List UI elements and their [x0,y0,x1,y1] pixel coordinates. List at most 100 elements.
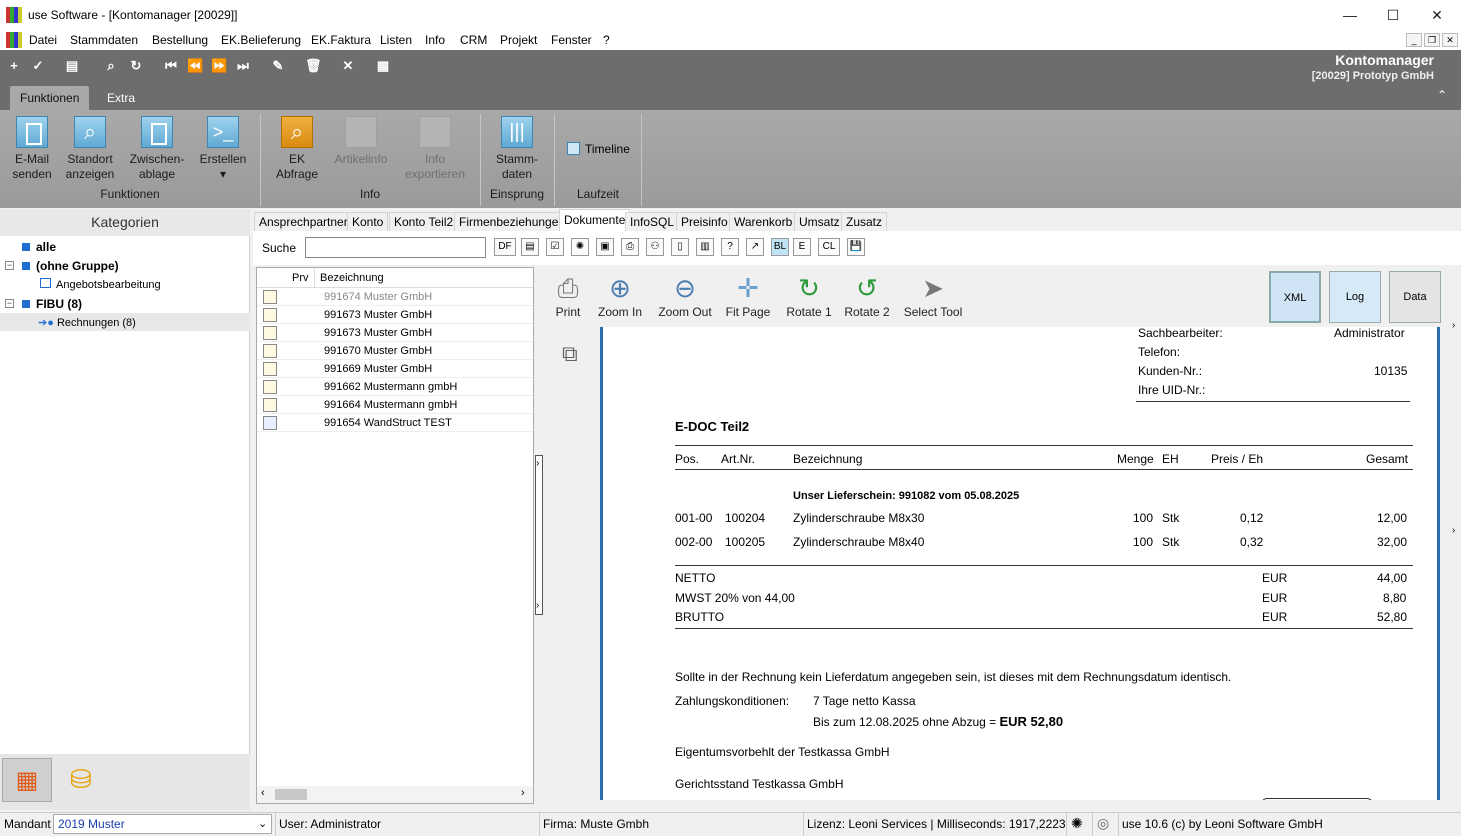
maximize-button[interactable]: ☐ [1370,0,1416,30]
search-icon[interactable]: ⌕ [103,58,119,74]
first-record-icon[interactable]: ⏮ [163,58,179,74]
scroll-left-icon[interactable]: ‹ [261,787,265,799]
menu-info[interactable]: Info [425,33,445,47]
table-row[interactable]: 991669 Muster GmbH [257,360,533,378]
data-button[interactable]: Data [1389,271,1441,323]
log-button[interactable]: Log [1329,271,1381,323]
table-row[interactable]: 991664 Mustermann gmbH [257,396,533,414]
scroll-thumb[interactable] [275,789,307,800]
tree-item-ohne-gruppe[interactable]: (ohne Gruppe) [22,259,119,273]
collapse-icon[interactable]: − [5,299,14,308]
add-icon[interactable]: + [6,58,22,74]
last-record-icon[interactable]: ⏭ [235,58,251,74]
network-icon[interactable]: ◎ [1097,815,1109,832]
menu-bestellung[interactable]: Bestellung [152,33,208,47]
column-header-prv[interactable]: Prv [292,272,309,284]
df-button[interactable]: DF [494,238,516,256]
trash-icon[interactable]: 🗑 [305,58,322,74]
chart-icon[interactable]: ▥ [696,238,714,256]
checklist-icon[interactable]: ☑ [546,238,564,256]
tree-item-angebotsbearbeitung[interactable]: Angebotsbearbeitung [40,278,161,291]
table-row[interactable]: 991670 Muster GmbH [257,342,533,360]
bl-button[interactable]: BL [771,238,789,256]
grid-view-icon[interactable]: ▦ [2,758,52,802]
external-link-icon[interactable]: ↗ [746,238,764,256]
tab-konto[interactable]: Konto [347,212,389,231]
menu-ek-belieferung[interactable]: EK.Belieferung [221,33,301,47]
timeline-checkbox[interactable] [567,142,580,155]
select-tool-button[interactable]: ➤ Select Tool [901,273,965,319]
scanner-icon[interactable]: ⎙ [621,238,639,256]
tree-item-rechnungen[interactable]: ➔● Rechnungen (8) [38,316,136,329]
table-row[interactable]: 991654 WandStruct TEST [257,414,533,432]
ek-query-button[interactable]: ⌕ EK Abfrage [272,116,322,182]
tab-extra[interactable]: Extra [97,86,145,110]
email-send-button[interactable]: E-Mail senden [10,116,54,182]
table-row[interactable]: 991662 Mustermann gmbH [257,378,533,396]
help-document-icon[interactable]: ? [721,238,739,256]
menu-listen[interactable]: Listen [380,33,412,47]
tab-dokumente[interactable]: Dokumente [559,209,631,231]
fit-page-button[interactable]: ✛ Fit Page [725,273,771,319]
column-header-bezeichnung[interactable]: Bezeichnung [320,272,384,284]
table-row[interactable]: 991673 Muster GmbH [257,324,533,342]
tab-firmenbeziehungen[interactable]: Firmenbeziehungen [454,212,571,231]
documents-icon[interactable]: ▤ [521,238,539,256]
cl-button[interactable]: CL [818,238,840,256]
create-button[interactable]: >_ Erstellen ▾ [197,116,249,182]
printer-icon[interactable]: ▤ [64,58,80,74]
tab-ansprechpartner[interactable]: Ansprechpartner [254,212,353,231]
prev-record-icon[interactable]: ⏪ [187,58,203,74]
expand-arrow-icon[interactable]: › [536,600,539,611]
clipboard-button[interactable]: Zwischen- ablage [126,116,188,182]
show-location-button[interactable]: ⌕ Standort anzeigen [64,116,116,182]
tab-preisinfo[interactable]: Preisinfo [676,212,733,231]
splitter-handle[interactable]: › › [535,455,543,615]
users-icon[interactable]: ⚇ [646,238,664,256]
collapse-icon[interactable]: − [5,261,14,270]
viewer-scroll-arrows[interactable]: › › [1452,320,1461,540]
save-icon[interactable]: 💾 [847,238,865,256]
chevron-right-icon[interactable]: › [1452,525,1455,536]
rotate-2-button[interactable]: ↺ Rotate 2 [843,273,891,319]
copy-pages-icon[interactable]: ⧉ [562,341,578,367]
chevron-right-icon[interactable]: › [1452,320,1455,331]
e-button[interactable]: E [793,238,811,256]
menu-help[interactable]: ? [603,33,610,47]
search-input[interactable] [305,237,486,258]
menu-datei[interactable]: Datei [29,33,57,47]
menu-fenster[interactable]: Fenster [551,33,592,47]
table-row[interactable]: 991673 Muster GmbH [257,306,533,324]
image-icon[interactable]: ▣ [596,238,614,256]
horizontal-scrollbar[interactable]: ‹ › [257,786,533,803]
grid-icon[interactable]: ▦ [375,58,391,74]
xml-button[interactable]: XML [1269,271,1321,323]
mdi-close-icon[interactable]: ✕ [1442,33,1458,47]
table-row[interactable]: 991674 Muster GmbH [257,288,533,306]
app-menu-icon[interactable] [6,32,22,48]
tree-item-fibu[interactable]: FIBU (8) [22,297,82,311]
tab-warenkorb[interactable]: Warenkorb [729,212,798,231]
tab-funktionen[interactable]: Funktionen [10,86,90,110]
rotate-1-button[interactable]: ↻ Rotate 1 [785,273,833,319]
scroll-right-icon[interactable]: › [521,787,525,799]
tab-umsatz[interactable]: Umsatz [794,212,845,231]
menu-projekt[interactable]: Projekt [500,33,537,47]
cancel-icon[interactable]: ✕ [340,58,356,74]
mandant-select[interactable]: 2019 Muster ⌄ [53,814,272,834]
tab-konto-teil2[interactable]: Konto Teil2 [389,212,459,231]
tab-zusatz[interactable]: Zusatz [841,212,888,231]
zoom-out-button[interactable]: ⊖ Zoom Out [655,273,715,319]
expand-arrow-icon[interactable]: › [536,458,539,469]
close-button[interactable]: ✕ [1414,0,1460,30]
check-icon[interactable]: ✓ [30,58,46,74]
article-info-button[interactable]: Artikelinfo [330,116,392,167]
refresh-icon[interactable]: ↻ [128,58,144,74]
database-icon[interactable]: ⛁ [70,764,92,795]
menu-stammdaten[interactable]: Stammdaten [70,33,138,47]
master-data-button[interactable]: ||| Stamm- daten [488,116,546,182]
tab-infosql[interactable]: InfoSQL [625,212,680,231]
page-icon[interactable]: ▯ [671,238,689,256]
mdi-restore-icon[interactable]: ❐ [1424,33,1440,47]
info-export-button[interactable]: Info exportieren [400,116,470,182]
